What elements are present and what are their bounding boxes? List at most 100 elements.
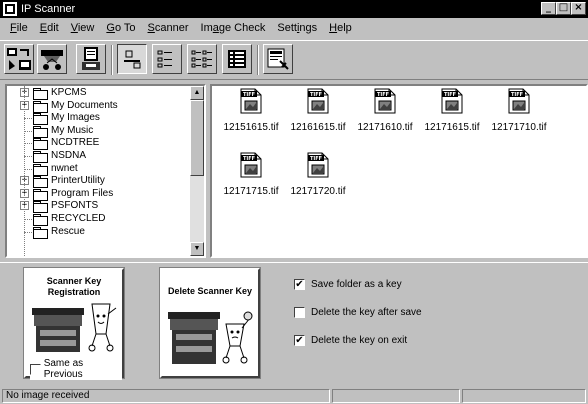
svg-text:TIFF: TIFF	[377, 92, 389, 98]
small-icons-view-icon	[157, 50, 172, 68]
folder-icon	[33, 201, 48, 214]
tree-item-label: Program Files	[51, 187, 114, 199]
tree-item[interactable]: NSDNA	[7, 150, 192, 163]
scroll-up-button[interactable]: ▲	[190, 86, 204, 100]
folder-icon	[33, 214, 48, 226]
tiff-file-icon: TIFF	[441, 88, 463, 114]
status-message: No image received	[2, 389, 330, 403]
tree-item[interactable]: + KPCMS	[7, 87, 192, 100]
tree-item[interactable]: nwnet	[7, 163, 192, 176]
scroll-down-button[interactable]: ▼	[190, 242, 204, 256]
settings-button[interactable]	[263, 44, 293, 74]
minimize-button[interactable]: _	[541, 2, 556, 15]
folder-icon	[33, 176, 48, 189]
tree-item-label: My Images	[51, 112, 100, 124]
scan-settings-button[interactable]	[4, 44, 34, 74]
tree-item[interactable]: Rescue	[7, 225, 192, 239]
file-item[interactable]: TIFF 12171615.tif	[417, 88, 487, 148]
tree-item[interactable]: My Music	[7, 124, 192, 138]
ip-scanner-button[interactable]	[76, 44, 106, 74]
tree-scrollbar[interactable]: ▲ ▼	[190, 86, 204, 256]
same-as-previous-checkbox[interactable]: Same as Previous	[30, 358, 122, 380]
menu-settings[interactable]: Settings	[271, 22, 323, 34]
status-panel-3	[462, 389, 586, 403]
file-item[interactable]: TIFF 12171710.tif	[484, 88, 554, 148]
checkbox-box[interactable]: ✔	[294, 279, 305, 290]
svg-text:TIFF: TIFF	[243, 156, 255, 162]
scroll-thumb[interactable]	[190, 100, 204, 176]
copier-delete-character-icon	[168, 311, 253, 364]
tree-item-label: NCDTREE	[51, 137, 100, 149]
details-view-button[interactable]	[222, 44, 252, 74]
folder-icon	[33, 113, 48, 126]
option-checkbox[interactable]: Delete the key after save	[294, 307, 422, 318]
same-as-previous-label: Same as Previous	[43, 358, 84, 380]
large-icons-view-button[interactable]	[117, 44, 147, 74]
list-view-icon	[191, 50, 212, 68]
maximize-button[interactable]: □	[556, 2, 571, 15]
checkbox-box[interactable]	[294, 307, 305, 318]
tree-item[interactable]: + PSFONTS	[7, 200, 192, 214]
menu-scanner[interactable]: Scanner	[142, 22, 195, 34]
file-item[interactable]: TIFF 12151615.tif	[216, 88, 286, 148]
file-name: 12171715.tif	[223, 186, 279, 197]
tiff-file-icon: TIFF	[307, 88, 329, 114]
delete-scanner-key-button[interactable]: Delete Scanner Key	[159, 267, 261, 379]
checkbox-box[interactable]: ✔	[294, 335, 305, 346]
option-checkbox[interactable]: ✔ Save folder as a key	[294, 279, 402, 290]
menu-go-to[interactable]: Go To	[100, 22, 141, 34]
same-as-previous-box[interactable]	[30, 363, 41, 375]
menu-help[interactable]: Help	[323, 22, 358, 34]
menu-edit[interactable]: Edit	[34, 22, 65, 34]
folder-icon	[33, 138, 48, 151]
folder-icon	[33, 151, 48, 163]
tree-item-label: PrinterUtility	[51, 175, 105, 187]
menu-view[interactable]: View	[65, 22, 101, 34]
details-view-icon	[228, 50, 246, 68]
tiff-file-icon: TIFF	[374, 88, 396, 114]
svg-text:TIFF: TIFF	[310, 156, 322, 162]
tree-item-label: Rescue	[51, 225, 85, 237]
folder-icon	[33, 226, 48, 239]
small-icons-view-button[interactable]	[152, 44, 182, 74]
file-item[interactable]: TIFF 12171610.tif	[350, 88, 420, 148]
tree-item-label: My Music	[51, 124, 94, 136]
app-icon	[3, 2, 17, 16]
folder-icon	[33, 100, 48, 113]
file-view[interactable]: TIFF 12151615.tif TIFF 12161615.tif TIFF 1217…	[210, 84, 588, 258]
option-label: Delete the key on exit	[311, 335, 408, 346]
option-label: Delete the key after save	[311, 307, 422, 318]
file-name: 12161615.tif	[290, 122, 346, 133]
svg-text:TIFF: TIFF	[511, 92, 523, 98]
tiff-file-icon: TIFF	[240, 152, 262, 178]
close-button[interactable]: ×	[571, 2, 586, 15]
file-item[interactable]: TIFF 12171715.tif	[216, 152, 286, 212]
folder-icon	[33, 88, 48, 100]
tree-item[interactable]: + PrinterUtility	[7, 175, 192, 189]
menu-image-check[interactable]: Image Check	[195, 22, 272, 34]
title-bar: IP Scanner _ □ ×	[0, 0, 588, 18]
menu-file[interactable]: File	[4, 22, 34, 34]
tree-item[interactable]: + Program Files	[7, 187, 192, 201]
folder-tree[interactable]: + KPCMS + My Documents My Images My Music NCDT…	[5, 84, 206, 258]
tree-item[interactable]: My Images	[7, 112, 192, 126]
list-view-button[interactable]	[187, 44, 217, 74]
scanner-network-button[interactable]	[37, 44, 67, 74]
scanner-key-registration-button[interactable]: Scanner Key Registration Same as Previou…	[23, 267, 125, 380]
tree-item-label: PSFONTS	[51, 200, 99, 212]
file-item[interactable]: TIFF 12161615.tif	[283, 88, 353, 148]
tiff-file-icon: TIFF	[508, 88, 530, 114]
folder-icon	[33, 125, 48, 138]
tree-item[interactable]: NCDTREE	[7, 137, 192, 151]
tree-item-label: RECYCLED	[51, 213, 106, 224]
file-name: 12151615.tif	[223, 122, 279, 133]
file-item[interactable]: TIFF 12171720.tif	[283, 152, 353, 212]
option-checkbox[interactable]: ✔ Delete the key on exit	[294, 335, 407, 346]
tree-item[interactable]: RECYCLED	[7, 213, 192, 226]
settings-icon	[267, 48, 289, 70]
folder-icon	[33, 188, 48, 201]
registration-label: Scanner Key Registration	[46, 276, 102, 297]
tree-item[interactable]: + My Documents	[7, 100, 192, 113]
tiff-file-icon: TIFF	[240, 88, 262, 114]
svg-text:TIFF: TIFF	[310, 92, 322, 98]
